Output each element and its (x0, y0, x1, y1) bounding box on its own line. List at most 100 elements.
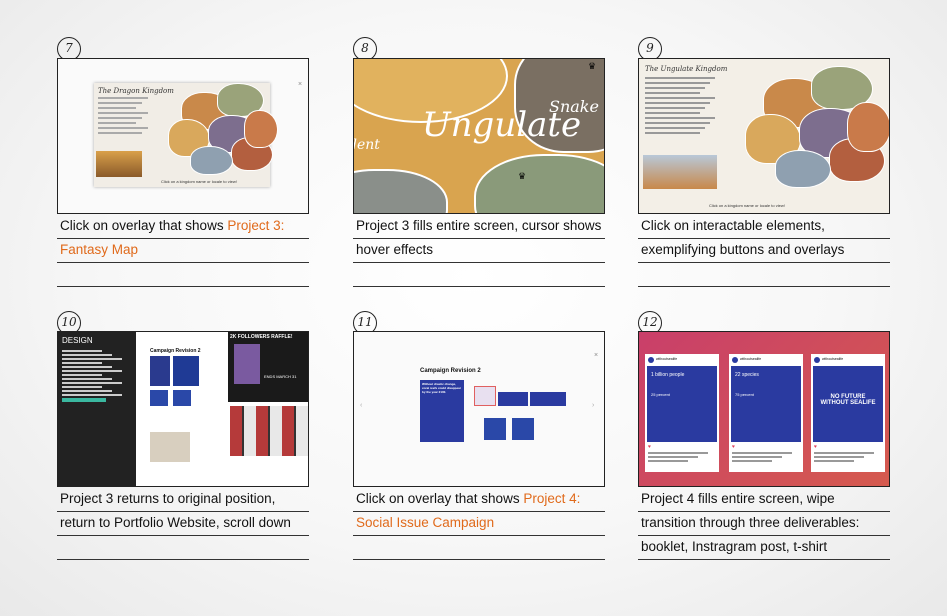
close-icon: × (298, 81, 303, 88)
text-line (62, 378, 112, 380)
caption-text: Project 3 returns to original position, (60, 491, 276, 506)
map-label: dent (354, 137, 380, 153)
text-line (98, 97, 148, 99)
accent-button (62, 398, 106, 402)
heart-icon: ♥ (814, 444, 817, 450)
caption-text-line (814, 456, 864, 458)
text-line (62, 394, 122, 396)
caption-text: Click on interactable elements, (641, 218, 825, 233)
text-line (98, 132, 142, 134)
screen-thumbnail: UngulateSnakedent♛♛ (353, 58, 605, 214)
avatar (732, 357, 738, 363)
caption-rule (638, 262, 890, 264)
caption-rule (57, 511, 309, 513)
map-region (244, 110, 278, 148)
map-label: Snake (549, 97, 599, 116)
caption-line: Project 3 returns to original position, (60, 491, 275, 506)
caption-rule (638, 238, 890, 240)
text-line (62, 358, 122, 360)
caption-line: Click on overlay that shows Project 4: (356, 491, 580, 506)
post-headline: NO FUTURE WITHOUT SEALIFE (820, 394, 876, 406)
screen-thumbnail: Campaign Revision 2 Without drastic chang… (353, 331, 605, 487)
caption-rule (57, 262, 309, 264)
caption-rule (353, 511, 605, 513)
raffle-ends: ENDS MARCH 31 (264, 374, 297, 379)
screen-thumbnail: DESIGN Campaign Revision 2 2K FOLLOWERS RA… (57, 331, 309, 487)
caption-text: return to Portfolio Website, scroll down (60, 515, 291, 530)
heart-icon: ♥ (732, 444, 735, 450)
poster-text: Without drastic change, coral reefs coul… (422, 382, 462, 394)
caption-text-line (648, 452, 708, 454)
overlay-title: The Ungulate Kingdom (645, 65, 728, 73)
text-line (98, 122, 136, 124)
revision-heading: Campaign Revision 2 (150, 348, 201, 354)
caption-rule (638, 286, 890, 288)
post-stat: 75 percent (735, 392, 754, 397)
overlay-title: The Dragon Kingdom (98, 87, 174, 95)
text-line (98, 112, 148, 114)
caption-text: Project 3 fills entire screen, cursor sh… (356, 218, 602, 233)
screen-thumbnail: The Ungulate Kingdom Click on a kingdom n… (638, 58, 890, 214)
text-line (645, 82, 710, 84)
text-line (645, 87, 705, 89)
tshirt (173, 390, 191, 406)
caption-rule (57, 559, 309, 561)
caption-text-line (732, 460, 772, 462)
text-line (98, 127, 148, 129)
text-line (645, 127, 705, 129)
caption-line: Project 4 fills entire screen, wipe (641, 491, 835, 506)
caption-line: Social Issue Campaign (356, 515, 494, 530)
text-line (62, 362, 102, 364)
caption-text: exemplifying buttons and overlays (641, 242, 845, 257)
caption-rule (638, 559, 890, 561)
caption-highlight: Social Issue Campaign (356, 515, 495, 530)
text-line (645, 97, 715, 99)
caption-text: booklet, Instragram post, t-shirt (641, 539, 828, 554)
avatar (648, 357, 654, 363)
revision-heading: Campaign Revision 2 (420, 368, 481, 374)
caption-rule (353, 238, 605, 240)
post-headline: 22 species (735, 372, 759, 378)
thumb (150, 432, 190, 462)
caption-text-line (732, 452, 792, 454)
post-account: withoutsealife (656, 357, 678, 361)
caption-line: return to Portfolio Website, scroll down (60, 515, 291, 530)
photo (96, 151, 142, 177)
post-stat: 25 percent (651, 392, 670, 397)
banner (474, 386, 496, 406)
text-line (98, 107, 136, 109)
text-line (62, 382, 122, 384)
post-account: withoutsealife (740, 357, 762, 361)
screen-thumbnail: The Dragon Kingdom Click on a kingdom nam… (57, 58, 309, 214)
avatar (814, 357, 820, 363)
caption-line: Click on interactable elements, (641, 218, 825, 233)
map-hint: Click on a kingdom name or locale to vie… (161, 179, 237, 184)
caption-text-line (732, 456, 782, 458)
caption-rule (353, 262, 605, 264)
caption-line: exemplifying buttons and overlays (641, 242, 844, 257)
caption-text-line (814, 452, 874, 454)
illustration (234, 344, 260, 384)
post-account: withoutsealife (822, 357, 844, 361)
caption-rule (353, 286, 605, 288)
tshirt (484, 418, 506, 440)
caption-text: hover effects (356, 242, 434, 257)
caption-rule (57, 535, 309, 537)
close-icon: × (594, 352, 599, 359)
map-hint: Click on a kingdom name or locale to vie… (709, 203, 785, 208)
next-icon: › (592, 402, 595, 409)
photo (643, 155, 717, 189)
caption-line: transition through three deliverables: (641, 515, 859, 530)
text-line (62, 354, 112, 356)
section-heading: DESIGN (62, 336, 93, 345)
tshirt (512, 418, 534, 440)
heart-icon: ♥ (648, 444, 651, 450)
text-line (645, 112, 700, 114)
post-headline: 1 billion people (651, 372, 685, 378)
caption-highlight: Project 4: (523, 491, 581, 506)
caption-line: Project 3 fills entire screen, cursor sh… (356, 218, 601, 233)
caption-line: Click on overlay that shows Project 3: (60, 218, 284, 233)
caption-rule (638, 511, 890, 513)
prev-icon: ‹ (360, 402, 363, 409)
poster (173, 356, 199, 386)
